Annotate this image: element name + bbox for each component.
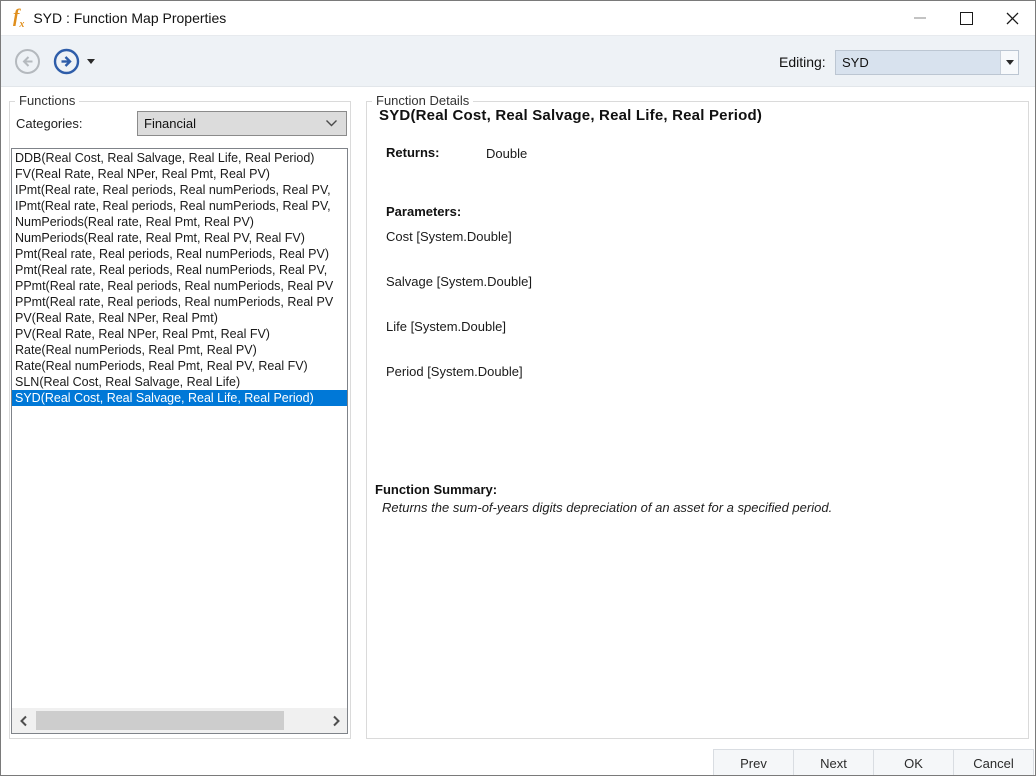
forward-arrow-icon: [53, 48, 80, 75]
ok-button[interactable]: OK: [873, 749, 954, 775]
function-list-item[interactable]: NumPeriods(Real rate, Real Pmt, Real PV,…: [12, 230, 347, 246]
forward-button[interactable]: [53, 48, 80, 75]
window-title: SYD : Function Map Properties: [33, 10, 227, 26]
close-icon: [1006, 12, 1018, 24]
forward-dropdown-caret[interactable]: [87, 59, 95, 64]
parameters-label: Parameters:: [386, 204, 462, 219]
function-list-item[interactable]: PV(Real Rate, Real NPer, Real Pmt): [12, 310, 347, 326]
function-list-item[interactable]: FV(Real Rate, Real NPer, Real Pmt, Real …: [12, 166, 347, 182]
parameter-item: Life [System.Double]: [386, 319, 506, 334]
function-list-item[interactable]: PV(Real Rate, Real NPer, Real Pmt, Real …: [12, 326, 347, 342]
categories-label: Categories:: [16, 116, 83, 131]
parameter-item: Period [System.Double]: [386, 364, 523, 379]
function-list-item[interactable]: SLN(Real Cost, Real Salvage, Real Life): [12, 374, 347, 390]
fx-function-icon: fx: [13, 5, 25, 30]
editing-label: Editing:: [779, 54, 826, 70]
function-list-item[interactable]: DDB(Real Cost, Real Salvage, Real Life, …: [12, 150, 347, 166]
function-list-item[interactable]: Pmt(Real rate, Real periods, Real numPer…: [12, 262, 347, 278]
categories-combobox[interactable]: Financial: [137, 111, 347, 136]
editing-value: SYD: [842, 55, 869, 70]
function-summary-label: Function Summary:: [375, 482, 498, 497]
function-list-item[interactable]: NumPeriods(Real rate, Real Pmt, Real PV): [12, 214, 347, 230]
function-list-rows: DDB(Real Cost, Real Salvage, Real Life, …: [12, 150, 347, 406]
function-summary-text: Returns the sum-of-years digits deprecia…: [382, 500, 833, 515]
function-list-item[interactable]: SYD(Real Cost, Real Salvage, Real Life, …: [12, 390, 347, 406]
functions-group-label: Functions: [15, 93, 80, 108]
scroll-left-button[interactable]: [12, 708, 34, 733]
chevron-down-icon: [325, 119, 338, 128]
minimize-button[interactable]: [897, 1, 943, 35]
function-details-group: Function Details: [366, 93, 1029, 739]
next-button[interactable]: Next: [793, 749, 874, 775]
function-details-group-label: Function Details: [372, 93, 474, 108]
minimize-icon: [914, 17, 926, 19]
back-button[interactable]: [14, 48, 41, 75]
scrollbar-thumb[interactable]: [36, 711, 284, 730]
scroll-right-button[interactable]: [325, 708, 347, 733]
editing-dropdown-button[interactable]: [1000, 51, 1018, 74]
function-list-item[interactable]: IPmt(Real rate, Real periods, Real numPe…: [12, 198, 347, 214]
scroll-right-icon: [332, 715, 340, 726]
function-list-item[interactable]: Rate(Real numPeriods, Real Pmt, Real PV): [12, 342, 347, 358]
window-controls: [897, 1, 1035, 35]
chevron-down-icon: [1005, 60, 1014, 65]
editing-combobox[interactable]: SYD: [835, 50, 1019, 75]
horizontal-scrollbar[interactable]: [12, 708, 347, 733]
parameter-item: Cost [System.Double]: [386, 229, 512, 244]
cancel-button[interactable]: Cancel: [953, 749, 1034, 775]
function-listbox[interactable]: DDB(Real Cost, Real Salvage, Real Life, …: [11, 148, 348, 734]
maximize-icon: [959, 11, 973, 25]
function-list-item[interactable]: Pmt(Real rate, Real periods, Real numPer…: [12, 246, 347, 262]
returns-value: Double: [486, 146, 528, 161]
function-list-item[interactable]: Rate(Real numPeriods, Real Pmt, Real PV,…: [12, 358, 347, 374]
function-list-item[interactable]: PPmt(Real rate, Real periods, Real numPe…: [12, 294, 347, 310]
navigation-toolbar: Editing: SYD: [1, 35, 1035, 87]
parameter-list: Cost [System.Double] Salvage [System.Doub…: [386, 229, 532, 409]
function-list-item[interactable]: PPmt(Real rate, Real periods, Real numPe…: [12, 278, 347, 294]
function-signature: SYD(Real Cost, Real Salvage, Real Life, …: [379, 107, 763, 124]
parameter-item: Salvage [System.Double]: [386, 274, 532, 289]
footer-button-bar: Prev Next OK Cancel: [713, 749, 1034, 775]
prev-button[interactable]: Prev: [713, 749, 794, 775]
function-list-item[interactable]: IPmt(Real rate, Real periods, Real numPe…: [12, 182, 347, 198]
function-map-properties-dialog: fx SYD : Function Map Properties Editing…: [0, 0, 1036, 776]
categories-value: Financial: [144, 116, 197, 131]
maximize-button[interactable]: [943, 1, 989, 35]
scroll-left-icon: [19, 715, 27, 726]
back-arrow-icon: [15, 49, 40, 74]
returns-label: Returns:: [386, 145, 440, 160]
title-bar: fx SYD : Function Map Properties: [1, 1, 1035, 35]
close-button[interactable]: [989, 1, 1035, 35]
